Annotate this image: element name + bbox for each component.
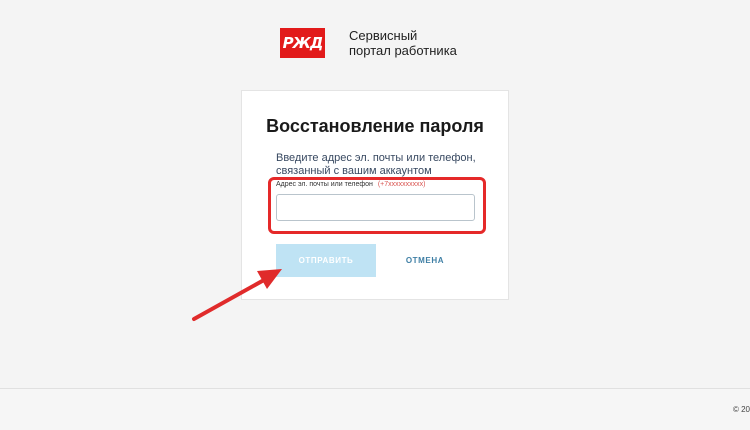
footer — [0, 389, 750, 430]
annotation-arrow-icon — [192, 269, 282, 321]
copyright-text: © 20 — [732, 405, 750, 414]
